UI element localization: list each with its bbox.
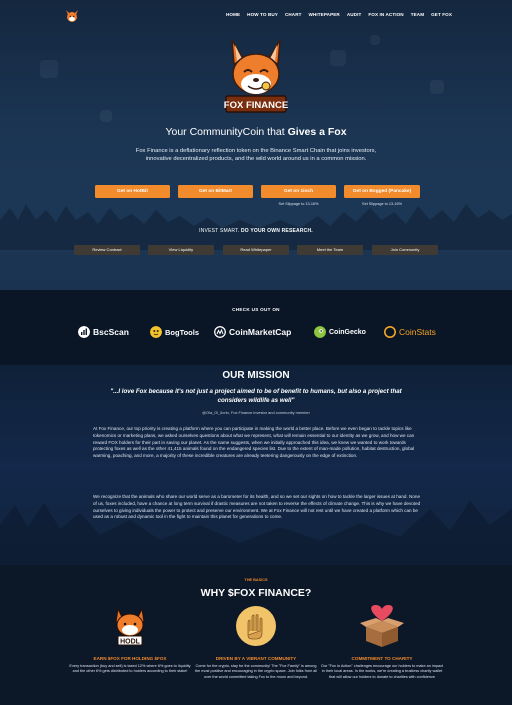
hodl-fox-icon: HODL [115, 607, 145, 646]
coingecko-label: CoinGecko [329, 328, 366, 336]
bogtools-link[interactable]: BogTools [150, 324, 199, 340]
read-whitepaper-button[interactable]: Read Whitepaper [223, 245, 289, 255]
view-liquidity-button[interactable]: View Liquidity [148, 245, 214, 255]
nav-home[interactable]: HOME [226, 12, 240, 17]
coinstats-link[interactable]: CoinStats [384, 324, 436, 340]
fox-finance-mascot-logo: FOX FINANCE [224, 39, 288, 113]
nav-chart[interactable]: CHART [285, 12, 302, 17]
buy-buttons-row: Get on HotBit Get on BitMart Get on 1inc… [95, 185, 425, 199]
charity-box-icon [360, 605, 404, 647]
hero-description: Fox Finance is a deflationary reflection… [135, 148, 377, 162]
section-eyebrow: THE BASICS [244, 578, 268, 582]
background-shape [430, 80, 444, 94]
tagline-bold: Gives a Fox [287, 126, 347, 138]
get-on-hotbit-button[interactable]: Get on HotBit [95, 185, 170, 198]
feature-community-text: Come for the crypto, stay for the commun… [194, 664, 318, 679]
invest-smart-notice: INVEST SMART. DO YOUR OWN RESEARCH. [0, 228, 512, 234]
coinmarketcap-link[interactable]: CoinMarketCap [214, 324, 291, 340]
community-hands-icon [236, 606, 276, 646]
coinmarketcap-icon [214, 326, 226, 338]
invest-bold: DO YOUR OWN RESEARCH. [240, 228, 313, 234]
background-shape [100, 110, 112, 122]
bscscan-link[interactable]: BscScan [78, 324, 129, 340]
nav-fox-in-action[interactable]: FOX IN ACTION [368, 12, 403, 17]
bogtools-label: BogTools [165, 327, 200, 337]
logo-wordmark: FOX FINANCE [224, 100, 288, 111]
coingecko-icon [314, 326, 326, 338]
slippage-note-bogged: Set Slippage to 13-16% [362, 202, 402, 206]
feature-community: DRIVEN BY A VIBRANT COMMUNITY Come for t… [194, 605, 318, 680]
coingecko-link[interactable]: CoinGecko [314, 324, 366, 340]
mission-paragraph-2: We recognize that the animals who share … [93, 494, 421, 520]
bscscan-label: BscScan [93, 327, 129, 337]
invest-plain: INVEST SMART. [199, 228, 241, 234]
background-shape [370, 35, 380, 45]
meet-the-team-button[interactable]: Meet the Team [297, 245, 363, 255]
forest-silhouette [0, 204, 512, 250]
get-on-bitmart-button[interactable]: Get on BitMart [178, 185, 253, 198]
join-community-button[interactable]: Join Community [372, 245, 438, 255]
top-navigation: HOME HOW TO BUY CHART WHITEPAPER AUDIT F… [0, 8, 512, 24]
get-on-bogged-button[interactable]: Get on Bogged (Pancake) [344, 185, 420, 198]
hero-tagline: Your CommunityCoin that Gives a Fox [0, 126, 512, 138]
coinstats-label: CoinStats [399, 327, 436, 337]
nav-whitepaper[interactable]: WHITEPAPER [309, 12, 340, 17]
feature-charity: COMMITMENT TO CHARITY Our "Fox in Action… [320, 605, 444, 680]
svg-text:HODL: HODL [120, 639, 141, 646]
fox-logo-icon[interactable] [64, 8, 80, 24]
nav-get-fox[interactable]: GET FOX [431, 12, 452, 17]
why-fox-section: THE BASICS WHY $FOX FINANCE? HODL EARN $… [0, 565, 512, 705]
feature-charity-text: Our "Fox in Action" challenges encourage… [320, 664, 444, 679]
nav-team[interactable]: TEAM [411, 12, 424, 17]
partners-title: CHECK US OUT ON [232, 307, 280, 312]
review-contract-button[interactable]: Review Contract [74, 245, 140, 255]
coinstats-icon [384, 326, 396, 338]
feature-earn: HODL EARN $FOX FOR HOLDING $FOX Every tr… [68, 605, 192, 675]
feature-community-heading: DRIVEN BY A VIBRANT COMMUNITY [215, 656, 297, 661]
feature-charity-heading: COMMITMENT TO CHARITY [351, 656, 413, 661]
hero-section: HOME HOW TO BUY CHART WHITEPAPER AUDIT F… [0, 0, 512, 290]
why-fox-title: WHY $FOX FINANCE? [200, 587, 312, 599]
nav-how-to-buy[interactable]: HOW TO BUY [247, 12, 278, 17]
mission-section: OUR MISSION "...I love Fox because it's … [0, 365, 512, 565]
secondary-buttons-row: Review Contract View Liquidity Read Whit… [74, 245, 438, 255]
get-on-1inch-button[interactable]: Get on 1inch [261, 185, 336, 198]
feature-earn-heading: EARN $FOX FOR HOLDING $FOX [93, 656, 167, 661]
coinmarketcap-label: CoinMarketCap [229, 327, 292, 337]
feature-earn-text: Every transaction (buy and sell) is taxe… [69, 664, 191, 674]
slippage-note-1inch: Set Slippage to 13-16% [278, 202, 319, 206]
background-shape [40, 60, 58, 78]
bscscan-icon [78, 326, 90, 338]
check-us-out-section: CHECK US OUT ON BscScan BogTools CoinMar… [0, 290, 512, 365]
quote-attribution: @Ola_Ol_Ilorin, Fox Finance investor and… [202, 410, 310, 415]
tagline-plain: Your CommunityCoin that [165, 126, 288, 138]
nav-audit[interactable]: AUDIT [347, 12, 362, 17]
mission-paragraph-1: At Fox Finance, our top priority is crea… [93, 426, 415, 459]
background-shape [330, 50, 346, 66]
mission-quote: "...I love Fox because it's not just a p… [110, 388, 402, 404]
bogtools-icon [150, 326, 162, 338]
mission-title: OUR MISSION [222, 370, 290, 381]
